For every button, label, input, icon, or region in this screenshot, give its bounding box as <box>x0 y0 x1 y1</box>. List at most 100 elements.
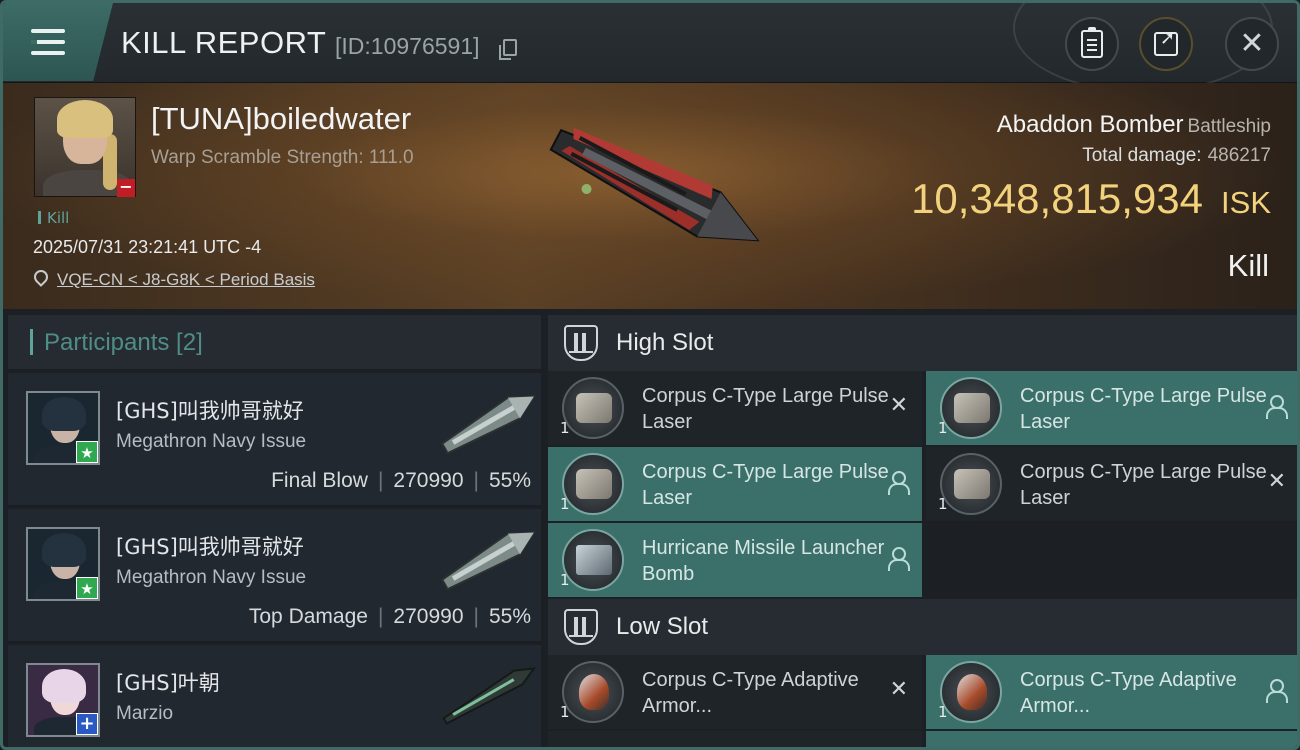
victim-ship[interactable]: Abaddon Bomber Battleship <box>997 111 1271 139</box>
destroyed-icon: ✕ <box>889 393 908 418</box>
low-slot-header: Low Slot <box>548 599 1297 655</box>
menu-button[interactable] <box>3 3 113 81</box>
module-quantity: 1 <box>560 419 570 437</box>
warp-scramble-strength: Warp Scramble Strength: 111.0 <box>151 147 414 168</box>
participant-ship-icon <box>440 531 536 591</box>
clipboard-icon <box>1081 27 1103 58</box>
module-item[interactable]: 1 Corpus C-Type Adaptive Armor... ✕ <box>548 655 922 729</box>
close-button[interactable]: ✕ <box>1225 17 1279 71</box>
kill-tag: Kill <box>38 209 69 227</box>
dropped-person-icon <box>1266 395 1288 419</box>
dropped-person-icon <box>888 471 910 495</box>
location-pin-icon <box>31 267 51 287</box>
fitting-panel: High Slot 1 Corpus C-Type Large Pulse La… <box>548 315 1297 747</box>
isk-value: 10,348,815,934 ISK <box>911 175 1271 223</box>
module-item[interactable]: 1 Corpus C-Type Large Pulse Laser <box>926 371 1297 445</box>
armor-hardener-icon <box>940 661 1002 723</box>
module-name: Corpus C-Type Adaptive Armor... <box>1020 669 1237 717</box>
module-quantity: 1 <box>938 419 948 437</box>
module-item-partial[interactable] <box>548 731 922 747</box>
participant-ship-icon <box>442 667 537 725</box>
participant-stats: Top Damage | 270990 | 55% <box>248 605 531 628</box>
kill-timestamp: 2025/07/31 23:21:41 UTC -4 <box>33 237 262 257</box>
victim-banner: − [TUNA]boiledwater Warp Scramble Streng… <box>3 83 1297 309</box>
laser-icon <box>562 377 624 439</box>
participant-name: [GHS]叫我帅哥就好 <box>116 399 304 423</box>
laser-icon <box>940 377 1002 439</box>
module-quantity: 1 <box>560 495 570 513</box>
header-bar: KILL REPORT [ID:10976591] ✕ <box>3 3 1297 93</box>
participant-damage: 270990 <box>393 605 464 628</box>
copy-icon[interactable] <box>499 39 517 60</box>
dropped-person-icon <box>888 547 910 571</box>
module-name: Corpus C-Type Large Pulse Laser <box>1020 385 1267 433</box>
armor-hardener-icon <box>562 661 624 723</box>
module-item[interactable]: 1 Corpus C-Type Large Pulse Laser ✕ <box>926 447 1297 521</box>
participant-damage: 270990 <box>393 469 464 492</box>
module-name: Corpus C-Type Large Pulse Laser <box>1020 461 1267 509</box>
module-quantity: 1 <box>560 703 570 721</box>
participants-title: Participants [2] <box>44 329 203 356</box>
module-item[interactable]: 1 Corpus C-Type Large Pulse Laser ✕ <box>548 371 922 445</box>
laser-icon <box>940 453 1002 515</box>
kill-report-window: KILL REPORT [ID:10976591] ✕ − [TUNA]boil… <box>0 0 1300 750</box>
laser-icon <box>562 453 624 515</box>
participant-percent: 55% <box>488 469 531 492</box>
isk-unit: ISK <box>1221 185 1271 220</box>
module-item[interactable]: 1 Hurricane Missile Launcher Bomb <box>548 523 922 597</box>
hamburger-icon <box>31 29 65 55</box>
module-name: Corpus C-Type Large Pulse Laser <box>642 385 889 433</box>
module-item[interactable]: 1 Corpus C-Type Adaptive Armor... <box>926 655 1297 729</box>
module-item[interactable]: 1 Corpus C-Type Large Pulse Laser <box>548 447 922 521</box>
report-id: [ID:10976591] <box>335 33 480 59</box>
close-icon: ✕ <box>1239 26 1265 61</box>
security-minus-icon: − <box>117 179 135 197</box>
ship-class: Battleship <box>1187 116 1271 137</box>
total-damage-value: 486217 <box>1207 145 1271 166</box>
report-button[interactable] <box>1065 17 1119 71</box>
location-link[interactable]: VQE-CN < J8-G8K < Period Basis <box>57 270 315 290</box>
module-quantity: 1 <box>938 495 948 513</box>
participant-stats: Final Blow | 270990 | 55% <box>271 469 531 492</box>
star-badge-icon: ★ <box>76 441 98 463</box>
participant-role: Top Damage <box>248 605 368 628</box>
high-slot-header: High Slot <box>548 315 1297 371</box>
participant-ship: Megathron Navy Issue <box>116 431 307 452</box>
high-slot-icon <box>564 325 598 361</box>
participants-panel: Participants [2] ★ [GHS]叫我帅哥就好 Megathron… <box>8 315 541 747</box>
module-quantity: 1 <box>560 571 570 589</box>
participant-name: [GHS]叶朝 <box>116 671 220 695</box>
high-slot-label: High Slot <box>616 329 714 356</box>
destroyed-icon: ✕ <box>889 677 908 702</box>
share-icon <box>1154 28 1178 56</box>
module-quantity: 1 <box>938 703 948 721</box>
ship-render[interactable] <box>533 113 783 273</box>
participants-header: Participants [2] <box>8 315 541 369</box>
star-badge-icon: ★ <box>76 577 98 599</box>
participant-ship: Marzio <box>116 703 174 724</box>
victim-name[interactable]: [TUNA]boiledwater <box>151 101 411 137</box>
missile-launcher-icon <box>562 529 624 591</box>
page-title: KILL REPORT <box>121 25 327 60</box>
module-name: Hurricane Missile Launcher Bomb <box>642 537 885 585</box>
module-name: Corpus C-Type Large Pulse Laser <box>642 461 889 509</box>
dropped-person-icon <box>1266 679 1288 703</box>
total-damage: Total damage: 486217 <box>1082 145 1271 167</box>
plus-badge-icon: + <box>76 713 98 735</box>
participant-percent: 55% <box>488 605 531 628</box>
participant-role: Final Blow <box>271 469 368 492</box>
participant-card[interactable]: ★ [GHS]叫我帅哥就好 Megathron Navy Issue Final… <box>8 373 541 507</box>
participant-ship: Megathron Navy Issue <box>116 567 307 588</box>
ship-name: Abaddon Bomber <box>996 111 1184 138</box>
participant-ship-icon <box>440 395 536 455</box>
participant-card[interactable]: + [GHS]叶朝 Marzio <box>8 645 541 747</box>
participant-name: [GHS]叫我帅哥就好 <box>116 535 304 559</box>
module-item-partial[interactable] <box>926 731 1297 747</box>
share-button[interactable] <box>1139 17 1193 71</box>
module-name: Corpus C-Type Adaptive Armor... <box>642 669 859 717</box>
participant-card[interactable]: ★ [GHS]叫我帅哥就好 Megathron Navy Issue Top D… <box>8 509 541 643</box>
low-slot-label: Low Slot <box>616 613 709 640</box>
total-damage-label: Total damage: <box>1082 145 1202 166</box>
low-slot-icon <box>564 609 598 645</box>
result-label: Kill <box>1227 248 1269 283</box>
